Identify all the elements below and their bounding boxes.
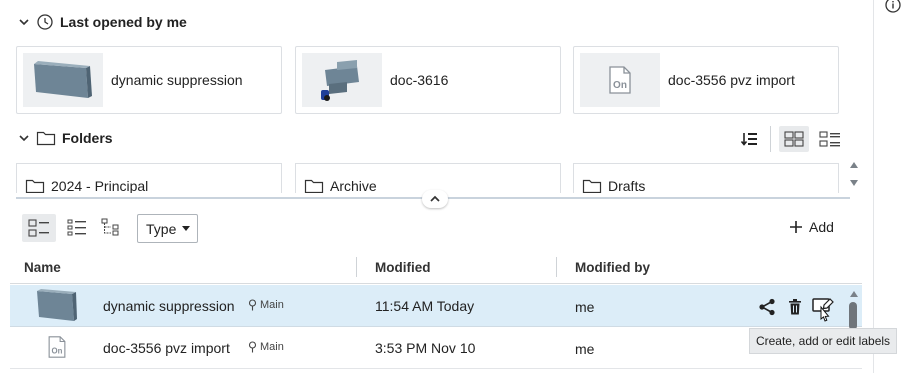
recent-section-header[interactable]: Last opened by me [18, 13, 187, 31]
type-filter-dropdown[interactable]: Type [137, 214, 198, 243]
table-row[interactable]: dynamic suppression Main 11:54 AM Today … [10, 285, 862, 327]
tree-view-icon [101, 218, 119, 236]
trash-icon[interactable] [785, 297, 805, 317]
folder-label: Archive [330, 178, 377, 193]
detail-list-view-button[interactable] [22, 214, 56, 242]
recent-card[interactable]: doc-3616 [295, 46, 561, 114]
plus-icon [790, 221, 802, 233]
recent-card[interactable]: On doc-3556 pvz import [573, 46, 839, 114]
row-modified-by: me [575, 299, 595, 315]
add-label: Add [809, 219, 834, 235]
location-pin-icon [248, 341, 257, 353]
column-header-modified[interactable]: Modified [375, 260, 431, 275]
svg-text:On: On [52, 346, 63, 355]
branch-label: Main [260, 341, 284, 353]
folder-icon [304, 179, 324, 193]
recent-card-label: doc-3556 pvz import [668, 72, 795, 88]
row-modified: 3:53 PM Nov 10 [375, 340, 476, 356]
add-button[interactable]: Add [789, 219, 834, 235]
column-resize-handle[interactable] [556, 257, 557, 277]
folder-label: Drafts [608, 178, 646, 193]
branch-badge: Main [248, 299, 284, 311]
chevron-down-icon [19, 19, 29, 26]
type-filter-label: Type [146, 220, 177, 237]
detail-list-icon [28, 219, 49, 237]
assembly-thumbnail [302, 53, 382, 107]
row-name[interactable]: dynamic suppression [103, 298, 235, 314]
recent-heading: Last opened by me [60, 14, 187, 30]
scroll-up-arrow[interactable] [847, 288, 861, 300]
scrollbar-thumb[interactable] [849, 302, 857, 330]
part-thumbnail [34, 288, 80, 327]
table-header-row [10, 254, 862, 284]
branch-label: Main [260, 299, 284, 311]
folder-card[interactable]: 2024 - Principal [16, 163, 282, 193]
sort-order-icon[interactable] [738, 128, 760, 150]
clock-icon [37, 14, 53, 30]
folder-card[interactable]: Archive [295, 163, 561, 193]
list-view-icon [819, 131, 840, 147]
row-name[interactable]: doc-3556 pvz import [103, 340, 230, 356]
folder-icon [582, 179, 602, 193]
recent-card-label: dynamic suppression [111, 72, 243, 88]
tree-view-button[interactable] [98, 214, 126, 242]
chevron-down-icon [19, 135, 29, 142]
label-edit-icon[interactable] [811, 295, 837, 323]
chevron-up-icon [430, 195, 440, 202]
compact-list-icon [67, 219, 86, 236]
table-row[interactable]: On doc-3556 pvz import Main 3:53 PM Nov … [10, 327, 862, 369]
location-pin-icon [248, 299, 257, 311]
recent-card[interactable]: dynamic suppression [16, 46, 282, 114]
share-icon[interactable] [756, 297, 778, 317]
tooltip: Create, add or edit labels [749, 328, 897, 354]
caret-down-icon [182, 225, 191, 231]
grid-view-icon [784, 131, 804, 147]
onshape-doc-icon: On [580, 53, 660, 107]
svg-text:On: On [613, 80, 627, 91]
right-panel-divider [873, 0, 874, 373]
row-modified-by: me [575, 341, 595, 357]
folder-label: 2024 - Principal [51, 178, 149, 193]
folders-section-header[interactable]: Folders [18, 130, 113, 146]
folder-card[interactable]: Drafts [573, 163, 839, 193]
collapse-handle[interactable] [422, 190, 448, 208]
list-view-button[interactable] [815, 126, 845, 152]
scroll-down-arrow[interactable] [847, 177, 861, 189]
recent-card-label: doc-3616 [390, 72, 449, 88]
compact-list-view-button[interactable] [63, 214, 91, 242]
part-thumbnail [23, 53, 103, 107]
column-header-modified-by[interactable]: Modified by [575, 260, 650, 275]
folders-heading: Folders [62, 130, 113, 146]
column-resize-handle[interactable] [356, 257, 357, 277]
folder-icon [36, 131, 56, 146]
grid-view-button[interactable] [779, 126, 809, 152]
branch-badge: Main [248, 341, 284, 353]
scroll-up-arrow[interactable] [847, 159, 861, 171]
folder-icon [25, 179, 45, 193]
toolbar-divider [770, 126, 771, 152]
row-modified: 11:54 AM Today [375, 298, 475, 314]
info-icon[interactable] [884, 0, 902, 19]
onshape-doc-icon: On [46, 335, 68, 362]
column-header-name[interactable]: Name [24, 260, 61, 275]
